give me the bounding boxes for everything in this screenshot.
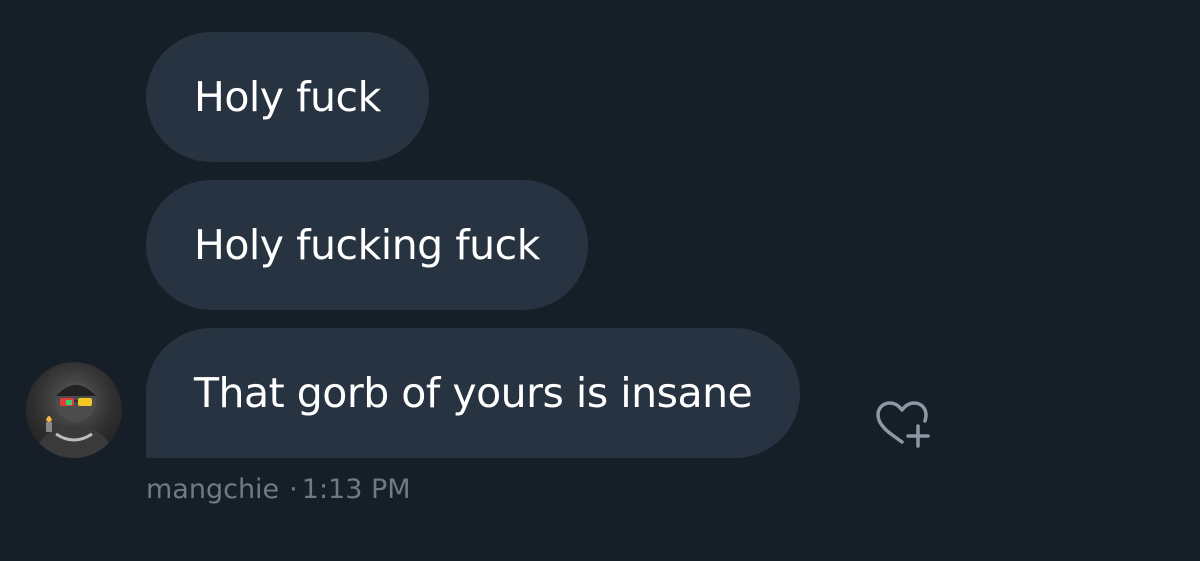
message-meta: mangchie · 1:13 PM bbox=[146, 474, 411, 505]
sender-avatar[interactable] bbox=[26, 362, 122, 458]
message-bubble[interactable]: Holy fucking fuck bbox=[146, 180, 588, 310]
message-text: That gorb of yours is insane bbox=[194, 369, 753, 417]
message-bubble[interactable]: That gorb of yours is insane bbox=[146, 328, 801, 458]
message-bubble[interactable]: Holy fuck bbox=[146, 32, 429, 162]
message-text: Holy fucking fuck bbox=[194, 221, 540, 269]
sender-username[interactable]: mangchie bbox=[146, 474, 279, 505]
user-avatar-icon bbox=[34, 382, 114, 458]
message-timestamp: 1:13 PM bbox=[301, 474, 411, 505]
separator-dot: · bbox=[289, 474, 298, 505]
heart-plus-icon bbox=[876, 401, 930, 448]
add-reaction-button[interactable] bbox=[872, 398, 934, 450]
message-text: Holy fuck bbox=[194, 73, 381, 121]
